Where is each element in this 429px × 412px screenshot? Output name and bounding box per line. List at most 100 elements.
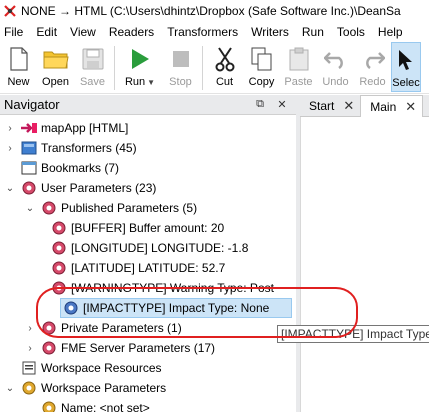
paste-label: Paste [284,76,313,88]
tree-item-workspace-parameters[interactable]: ⌄ Workspace Parameters [4,378,166,398]
paste-button[interactable]: Paste [280,42,317,92]
stop-label: Stop [169,76,192,88]
transformer-icon [20,139,38,157]
redo-button[interactable]: Redo [354,42,391,92]
resources-icon [20,359,38,377]
tree-item-label: Transformers (45) [41,141,137,155]
parameter-gear-icon [50,259,68,277]
menu-tools[interactable]: Tools [331,25,372,39]
tooltip: [IMPACTTYPE] Impact Type: [277,325,429,343]
save-disk-icon [80,46,106,72]
tree-item-fme-server-parameters[interactable]: › FME Server Parameters (17) [24,338,215,358]
menu-help[interactable]: Help [372,25,410,39]
parameter-gear-icon [40,319,58,337]
tree-item-label: Name: <not set> [61,401,150,412]
chevron-right-icon[interactable]: › [24,342,36,354]
redo-label: Redo [359,76,386,88]
menu-run[interactable]: Run [296,25,331,39]
tab-main[interactable]: Main ✕ [360,95,424,117]
tree-item-private-parameters[interactable]: › Private Parameters (1) [24,318,181,338]
tree-item-published-parameters[interactable]: ⌄ Published Parameters (5) [24,198,197,218]
save-label: Save [79,76,106,88]
tree-item-user-parameters[interactable]: ⌄ User Parameters (23) [4,178,157,198]
bookmark-icon [20,159,38,177]
tree-item-longitude-parameter[interactable]: [LONGITUDE] LONGITUDE: -1.8 [46,238,248,258]
tree-item-label: Bookmarks (7) [41,161,120,175]
tab-main-label: Main [370,99,397,114]
run-dropdown-arrow-icon[interactable]: ▼ [147,78,155,87]
canvas-tab-bar: Start ✕ Main ✕ [300,95,429,117]
parameter-gear-icon [50,219,68,237]
tree-item-buffer-parameter[interactable]: [BUFFER] Buffer amount: 20 [46,218,224,238]
menu-edit[interactable]: Edit [30,25,64,39]
chevron-right-icon[interactable]: › [4,122,16,134]
tree-item-label: [IMPACTTYPE] Impact Type: None [83,301,270,315]
copy-button[interactable]: Copy [243,42,280,92]
run-button[interactable]: Run ▼ [118,42,162,92]
window-title: NONE → HTML (C:\Users\dhintz\Dropbox (Sa… [21,4,401,18]
undo-button[interactable]: Undo [317,42,354,92]
close-icon[interactable]: ✕ [274,98,290,111]
tree-item-label: [LONGITUDE] LONGITUDE: -1.8 [71,241,249,255]
cut-label: Cut [215,76,234,88]
tree-item-workspace-resources[interactable]: Workspace Resources [4,358,162,378]
tree-item-mapapp[interactable]: › mapApp [HTML] [4,118,128,138]
toolbar: New Open Save Run ▼ Stop Cut Copy Paste … [0,42,429,94]
navigator-tree: › mapApp [HTML] › Transformers (45) Book… [0,116,296,412]
menu-transformers[interactable]: Transformers [161,25,245,39]
chevron-down-icon[interactable]: ⌄ [4,382,16,394]
close-icon[interactable]: ✕ [343,98,354,114]
tree-item-label: [WARNINGTYPE] Warning Type: Post [71,281,274,295]
clipboard-icon [286,46,312,72]
workspace-gear-icon [20,379,38,397]
pointer-icon [393,47,419,73]
tab-start[interactable]: Start ✕ [300,95,360,117]
tree-item-label: User Parameters (23) [41,181,157,195]
copy-icon [249,46,275,72]
parameter-gear-icon [50,279,68,297]
tree-item-transformers[interactable]: › Transformers (45) [4,138,137,158]
tree-item-label: [LATITUDE] LATITUDE: 52.7 [71,261,226,275]
menu-view[interactable]: View [64,25,103,39]
play-icon [127,46,153,72]
folder-icon [43,46,69,72]
tree-item-impacttype-parameter[interactable]: [IMPACTTYPE] Impact Type: None [60,298,292,318]
close-icon[interactable]: ✕ [405,99,416,115]
open-button[interactable]: Open [37,42,74,92]
save-button[interactable]: Save [74,42,111,92]
toolbar-separator [114,46,115,90]
stop-icon [168,46,194,72]
parameter-gear-icon [40,339,58,357]
navigator-title: Navigator [4,97,60,112]
chevron-right-icon[interactable]: › [24,322,36,334]
tree-item-name-parameter[interactable]: Name: <not set> [36,398,150,412]
chevron-right-icon[interactable]: › [4,142,16,154]
tree-item-latitude-parameter[interactable]: [LATITUDE] LATITUDE: 52.7 [46,258,225,278]
new-button[interactable]: New [0,42,37,92]
cut-button[interactable]: Cut [206,42,243,92]
new-label: New [7,76,30,88]
toolbar-separator [202,46,203,90]
tree-item-label: [BUFFER] Buffer amount: 20 [71,221,225,235]
redo-icon [360,46,386,72]
fme-app-icon [4,5,16,17]
select-button[interactable]: Selec [391,42,421,92]
tab-start-label: Start [309,99,335,113]
menu-writers[interactable]: Writers [245,25,296,39]
float-window-icon[interactable]: ⧉ [252,98,268,111]
stop-button[interactable]: Stop [162,42,199,92]
menu-readers[interactable]: Readers [103,25,161,39]
menu-file[interactable]: File [0,25,30,39]
open-label: Open [42,76,69,88]
chevron-down-icon[interactable]: ⌄ [4,182,16,194]
workspace-canvas[interactable] [300,117,429,412]
chevron-down-icon[interactable]: ⌄ [24,202,36,214]
parameter-gear-icon [40,199,58,217]
tree-item-label: Published Parameters (5) [61,201,198,215]
tree-item-warningtype-parameter[interactable]: [WARNINGTYPE] Warning Type: Post [46,278,274,298]
title-bar: NONE → HTML (C:\Users\dhintz\Dropbox (Sa… [0,0,429,22]
copy-label: Copy [248,76,275,88]
tree-item-label: Workspace Parameters [41,381,167,395]
tree-item-bookmarks[interactable]: Bookmarks (7) [4,158,119,178]
writer-icon [20,119,38,137]
